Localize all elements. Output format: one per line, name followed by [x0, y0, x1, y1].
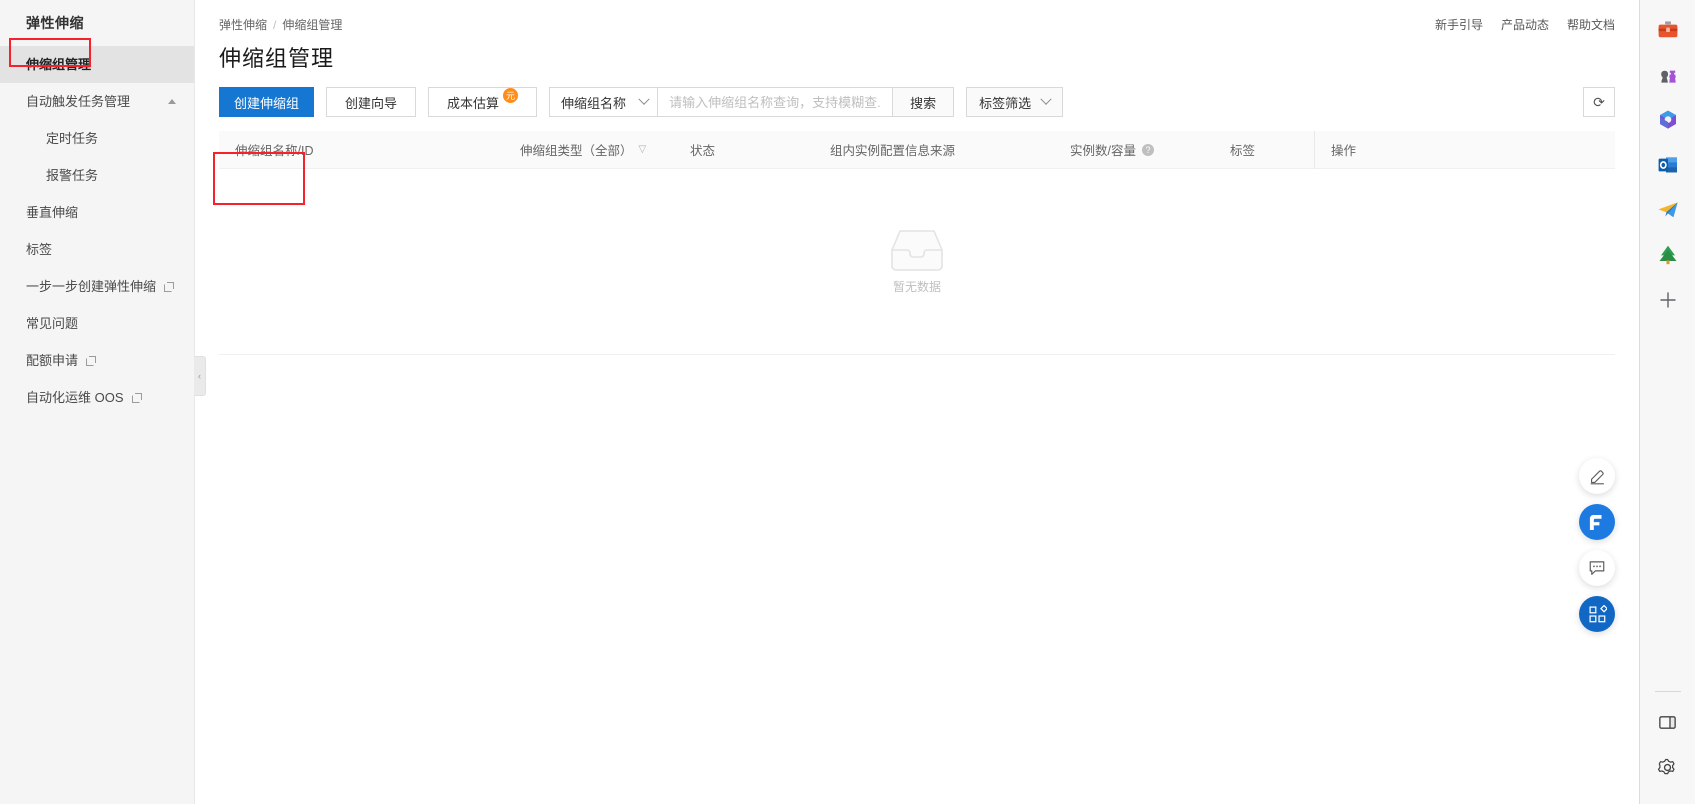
- column-label: 状态: [690, 144, 716, 158]
- scaling-group-table: 伸缩组名称/ID 伸缩组类型（全部） ▽ 状态 组内实例配置信息来源 实例数/容…: [195, 117, 1639, 355]
- sidebar-item-step-by-step-create[interactable]: 一步一步创建弹性伸缩: [0, 268, 194, 305]
- column-label: 操作: [1331, 144, 1357, 158]
- empty-inbox-icon: [891, 230, 943, 271]
- rail-divider: [1654, 691, 1681, 692]
- column-header-status: 状态: [674, 140, 814, 159]
- column-label: 组内实例配置信息来源: [830, 144, 956, 158]
- outlook-icon[interactable]: [1650, 147, 1686, 183]
- sidebar-item-label: 报警任务: [46, 168, 99, 183]
- sidebar-item-tags[interactable]: 标签: [0, 231, 194, 268]
- left-sidebar: 弹性伸缩 伸缩组管理 自动触发任务管理 定时任务 报警任务 垂直伸缩 标签 一步…: [0, 0, 206, 804]
- chevron-down-icon: [638, 93, 650, 105]
- empty-state-text: 暂无数据: [892, 280, 941, 294]
- link-beginner-guide[interactable]: 新手引导: [1435, 16, 1483, 33]
- refresh-button[interactable]: ⟳: [1583, 87, 1615, 117]
- search-field-select[interactable]: 伸缩组名称: [549, 87, 659, 117]
- apps-button[interactable]: [1579, 596, 1615, 632]
- cost-estimate-label: 成本估算: [447, 95, 500, 111]
- coin-badge-icon: 元: [503, 87, 519, 103]
- pen-icon: [1590, 469, 1604, 484]
- sidebar-item-automation-oos[interactable]: 自动化运维 OOS: [0, 379, 194, 416]
- column-header-actions: 操作: [1314, 130, 1615, 169]
- sidebar-item-scheduled-task[interactable]: 定时任务: [0, 120, 194, 157]
- external-link-icon: [131, 393, 142, 403]
- column-header-config-source: 组内实例配置信息来源: [814, 140, 1054, 159]
- sidebar-collapse-handle[interactable]: ‹: [194, 356, 206, 396]
- sidebar-item-alarm-task[interactable]: 报警任务: [0, 157, 194, 194]
- chevron-up-icon: [168, 99, 176, 104]
- sidebar-item-label: 垂直伸缩: [26, 205, 79, 220]
- toolbox-icon[interactable]: [1650, 12, 1686, 48]
- page-title: 伸缩组管理: [219, 46, 335, 71]
- filter-icon[interactable]: ▽: [639, 144, 648, 155]
- sidebar-item-quota-request[interactable]: 配额申请: [0, 342, 194, 379]
- column-header-tags: 标签: [1214, 140, 1314, 159]
- sidebar-item-label: 一步一步创建弹性伸缩: [26, 279, 157, 294]
- breadcrumb: 弹性伸缩 / 伸缩组管理: [219, 16, 342, 33]
- floating-action-rail: [1579, 458, 1615, 632]
- refresh-icon: ⟳: [1593, 93, 1605, 110]
- table-header-row: 伸缩组名称/ID 伸缩组类型（全部） ▽ 状态 组内实例配置信息来源 实例数/容…: [219, 130, 1615, 169]
- games-icon[interactable]: [1650, 57, 1686, 93]
- toolbar: 创建伸缩组 创建向导 成本估算 元 伸缩组名称 搜索 标签筛选 ⟳: [195, 73, 1639, 205]
- rail-bottom-group: [1640, 691, 1695, 794]
- search-input[interactable]: [658, 87, 894, 117]
- column-header-type[interactable]: 伸缩组类型（全部） ▽: [504, 140, 674, 159]
- tree-icon[interactable]: [1650, 237, 1686, 273]
- settings-gear-icon[interactable]: [1650, 749, 1686, 785]
- link-help-docs[interactable]: 帮助文档: [1567, 16, 1615, 33]
- breadcrumb-root[interactable]: 弹性伸缩: [219, 16, 267, 33]
- brand-f-button[interactable]: [1579, 504, 1615, 540]
- tag-filter-dropdown[interactable]: 标签筛选: [966, 87, 1064, 117]
- chat-button[interactable]: [1579, 550, 1615, 586]
- search-field-select-label: 伸缩组名称: [561, 95, 627, 111]
- search-button[interactable]: 搜索: [893, 87, 955, 117]
- column-header-name-id: 伸缩组名称/ID: [219, 140, 504, 159]
- sidebar-item-label: 伸缩组管理: [26, 57, 92, 72]
- sidebar-item-label: 配额申请: [26, 353, 79, 368]
- column-label: 标签: [1230, 144, 1256, 158]
- breadcrumb-current[interactable]: 伸缩组管理: [282, 16, 342, 33]
- browser-side-rail: [1639, 0, 1695, 804]
- chat-bubble-icon: [1589, 561, 1605, 575]
- telegram-icon[interactable]: [1650, 192, 1686, 228]
- sidebar-item-faq[interactable]: 常见问题: [0, 305, 194, 342]
- copilot-icon[interactable]: [1650, 102, 1686, 138]
- sidebar-item-vertical-scaling[interactable]: 垂直伸缩: [0, 194, 194, 231]
- sidebar-item-label: 常见问题: [26, 316, 79, 331]
- sidebar-item-scaling-group-management[interactable]: 伸缩组管理: [0, 46, 194, 83]
- apps-grid-icon: [1588, 604, 1607, 622]
- create-wizard-button[interactable]: 创建向导: [326, 87, 417, 117]
- column-label: 实例数/容量: [1070, 144, 1136, 158]
- table-empty-state: 暂无数据: [219, 169, 1615, 355]
- split-screen-icon[interactable]: [1650, 704, 1686, 740]
- main-content: 弹性伸缩 / 伸缩组管理 新手引导 产品动态 帮助文档 伸缩组管理 创建伸缩组 …: [195, 0, 1639, 804]
- add-icon[interactable]: [1650, 282, 1686, 318]
- column-label: 伸缩组名称/ID: [235, 144, 314, 158]
- sidebar-title: 弹性伸缩: [26, 15, 84, 31]
- help-icon[interactable]: ?: [1141, 143, 1154, 156]
- search-group: 伸缩组名称 搜索: [549, 87, 955, 117]
- sidebar-item-label: 自动触发任务管理: [26, 94, 131, 109]
- create-scaling-group-button[interactable]: 创建伸缩组: [219, 87, 315, 117]
- feedback-pen-button[interactable]: [1579, 458, 1615, 494]
- f-logo-icon: [1589, 515, 1602, 530]
- header-links: 新手引导 产品动态 帮助文档: [1435, 16, 1615, 33]
- sidebar-item-label: 定时任务: [46, 131, 99, 146]
- top-bar: 弹性伸缩 / 伸缩组管理 新手引导 产品动态 帮助文档: [195, 0, 1639, 33]
- chevron-left-icon: ‹: [198, 370, 201, 381]
- chevron-down-icon: [1040, 93, 1052, 105]
- breadcrumb-separator: /: [273, 17, 277, 32]
- external-link-icon: [86, 356, 97, 366]
- sidebar-item-label: 自动化运维 OOS: [26, 390, 124, 405]
- link-product-updates[interactable]: 产品动态: [1501, 16, 1549, 33]
- external-link-icon: [164, 282, 175, 292]
- column-label: 伸缩组类型（全部）: [520, 144, 633, 158]
- sidebar-item-auto-trigger-task-management[interactable]: 自动触发任务管理: [0, 83, 194, 120]
- cost-estimate-button[interactable]: 成本估算 元: [428, 87, 538, 117]
- column-header-instances-capacity: 实例数/容量 ?: [1054, 140, 1214, 159]
- tag-filter-label: 标签筛选: [979, 95, 1032, 111]
- sidebar-item-label: 标签: [26, 242, 53, 257]
